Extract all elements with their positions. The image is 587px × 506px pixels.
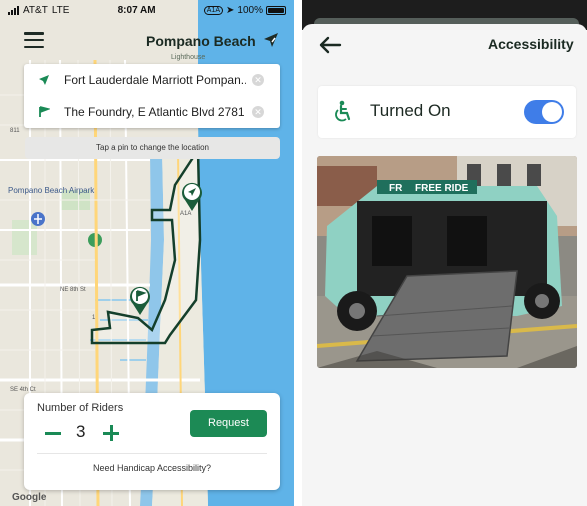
clock: 8:07 AM [117, 4, 156, 16]
flag-icon [24, 106, 64, 118]
accessibility-switch[interactable] [524, 100, 564, 124]
road-label-1: 1 [92, 315, 96, 321]
decrease-riders-button[interactable] [43, 423, 63, 443]
menu-icon[interactable] [24, 32, 44, 48]
airport-label: Pompano Beach Airpark [8, 186, 95, 195]
pickup-pin-icon[interactable] [180, 180, 204, 212]
app-screens: Lighthouse Pompano Beach Airpark A1A 811… [0, 0, 587, 506]
top-bar: Pompano Beach [0, 24, 294, 58]
carrier-label: AT&T [23, 4, 48, 16]
navigation-arrow-icon [24, 74, 64, 86]
accessible-vehicle-photo: FR FREE RIDE [317, 156, 577, 368]
handicap-accessibility-link[interactable]: Need Handicap Accessibility? [24, 463, 280, 473]
route-badge: A1A [203, 5, 224, 15]
increase-riders-button[interactable] [101, 423, 121, 443]
destination-field[interactable]: The Foundry, E Atlantic Blvd 2781 ✕ [24, 96, 280, 128]
rider-count: 3 [76, 422, 86, 441]
clear-origin-icon[interactable]: ✕ [252, 74, 264, 86]
page-title: Pompano Beach [146, 33, 256, 49]
signal-icon [8, 5, 19, 15]
back-arrow-icon[interactable] [318, 35, 342, 55]
toggle-label: Turned On [370, 101, 451, 120]
pin-hint-banner: Tap a pin to change the location [25, 137, 280, 159]
destination-text: The Foundry, E Atlantic Blvd 2781 [64, 105, 245, 119]
riders-label: Number of Riders [37, 402, 124, 414]
battery-icon [266, 5, 286, 15]
route-card: Fort Lauderdale Marriott Pompan... ✕ The… [24, 64, 280, 128]
origin-field[interactable]: Fort Lauderdale Marriott Pompan... ✕ [24, 64, 280, 96]
battery-percent: 100% [237, 4, 263, 16]
origin-text: Fort Lauderdale Marriott Pompan... [64, 73, 246, 87]
location-arrow-icon: ➤ [226, 4, 235, 16]
accessibility-screen: Accessibility Turned On FR FREE RIDE [302, 0, 587, 506]
photo-free-ride-text: FREE RIDE [415, 183, 469, 194]
road-label-ne-8th: NE 8th St [60, 287, 86, 293]
map-screen: Lighthouse Pompano Beach Airpark A1A 811… [0, 0, 294, 506]
accessibility-sheet: Accessibility Turned On FR FREE RIDE [302, 24, 587, 506]
locate-me-icon[interactable] [263, 32, 279, 48]
dropoff-pin-icon[interactable] [128, 284, 152, 316]
page-title: Accessibility [488, 36, 574, 52]
rider-card: Number of Riders 3 Request Need Handicap… [24, 393, 280, 490]
clear-destination-icon[interactable]: ✕ [252, 106, 264, 118]
network-label: LTE [51, 4, 70, 16]
status-bar: AT&T LTE 8:07 AM A1A ➤ 100% [0, 0, 294, 20]
divider [37, 453, 267, 454]
road-label-811: 811 [10, 128, 20, 134]
accessibility-toggle-row[interactable]: Turned On [318, 86, 576, 138]
wheelchair-icon [335, 100, 351, 122]
request-button[interactable]: Request [190, 410, 267, 437]
google-logo: Google [12, 492, 47, 503]
photo-brand-text: FR [389, 183, 403, 194]
